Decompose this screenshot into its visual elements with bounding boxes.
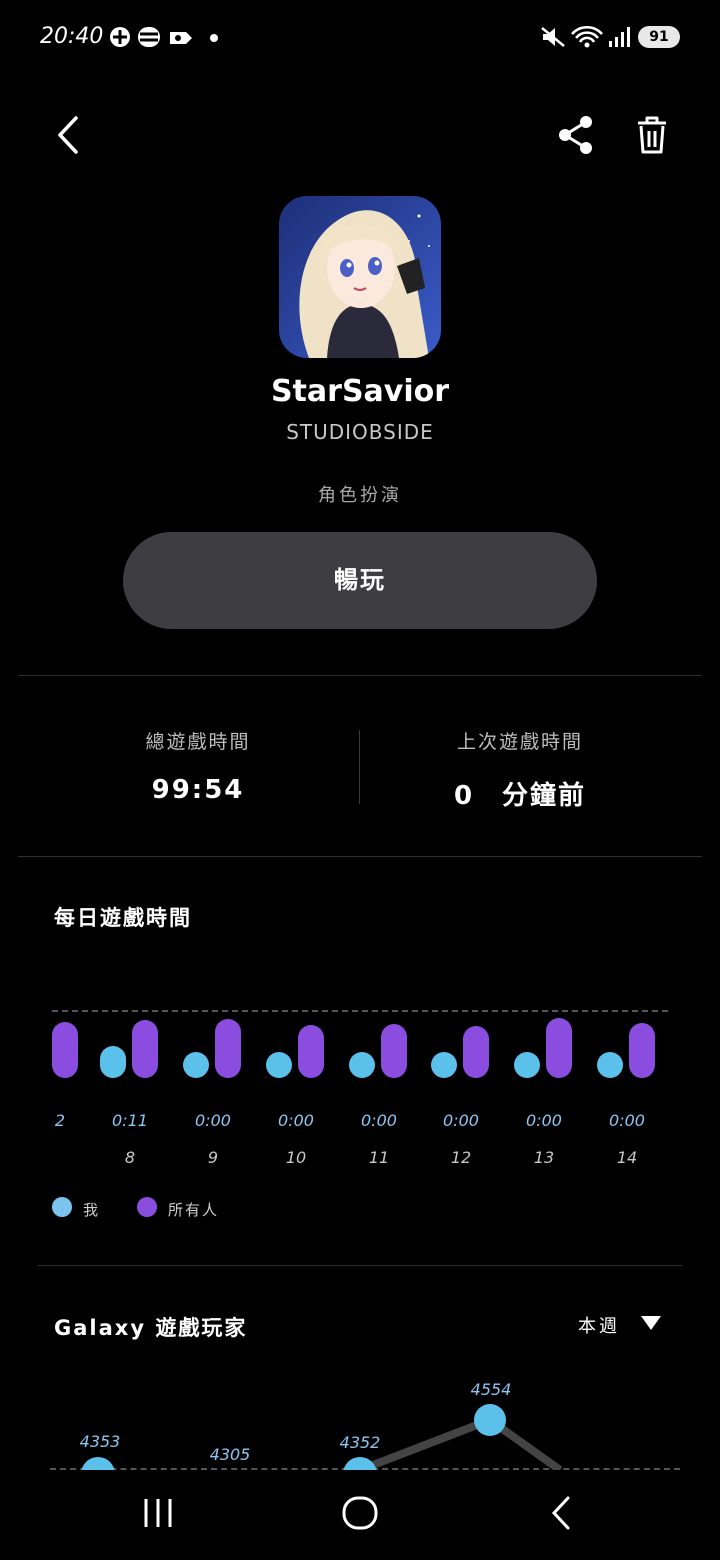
daily-all-bar xyxy=(381,1024,407,1078)
chart-reference-line xyxy=(52,1010,668,1012)
daily-all-bar xyxy=(546,1018,572,1078)
daily-me-bar xyxy=(349,1052,375,1078)
battery-indicator: 91 xyxy=(638,26,680,48)
daily-me-value: 0:00 xyxy=(361,1111,397,1130)
players-point xyxy=(81,1457,115,1470)
last-played-value: 0 分鐘前 xyxy=(453,781,587,811)
status-bar: 20:40 91 xyxy=(0,0,720,76)
period-label: 本週 xyxy=(578,1316,620,1337)
app-category: 角色扮演 xyxy=(318,485,402,506)
status-time: 20:40 xyxy=(40,24,104,49)
legend-all-label: 所有人 xyxy=(168,1201,220,1219)
home-icon[interactable] xyxy=(341,1494,379,1532)
app-developer: STUDIOBSIDE xyxy=(286,420,434,444)
daily-chart: 2 0:11 8 0:00 9 0:00 10 0:00 11 0:00 12 0:00 13 0:00 1… xyxy=(0,990,720,1190)
divider xyxy=(38,1265,682,1266)
nav-back-icon[interactable] xyxy=(548,1494,576,1532)
system-nav-bar xyxy=(0,1470,720,1560)
daily-me-value: 0:00 xyxy=(443,1111,479,1130)
daily-date-label: 9 xyxy=(207,1148,219,1167)
divider xyxy=(18,856,702,857)
players-point-label: 4352 xyxy=(339,1433,381,1452)
players-point xyxy=(474,1404,506,1436)
players-point-label: 4353 xyxy=(79,1432,121,1451)
daily-date-label: 10 xyxy=(285,1148,307,1167)
signal-icon xyxy=(609,27,630,47)
daily-playtime-title: 每日遊戲時間 xyxy=(54,906,192,930)
daily-all-bar xyxy=(629,1023,655,1078)
daily-me-bar xyxy=(514,1052,540,1078)
daily-me-bar xyxy=(183,1052,209,1078)
players-point xyxy=(343,1457,377,1470)
period-selector[interactable]: 本週 xyxy=(578,1312,668,1338)
total-playtime-label: 總遊戲時間 xyxy=(145,731,251,753)
daily-date-label: 14 xyxy=(616,1148,638,1167)
players-point-label: 4554 xyxy=(470,1380,512,1399)
last-played-label: 上次遊戲時間 xyxy=(456,731,583,753)
daily-all-bar xyxy=(298,1025,324,1078)
legend-all-dot xyxy=(137,1197,157,1217)
legend-me-label: 我 xyxy=(83,1201,101,1219)
galaxy-players-title: Galaxy 遊戲玩家 xyxy=(54,1316,248,1340)
daily-all-bar xyxy=(463,1026,489,1078)
daily-date-label: 12 xyxy=(450,1148,472,1167)
play-button[interactable]: 暢玩 xyxy=(123,532,597,629)
players-line xyxy=(81,1404,563,1470)
wifi-icon xyxy=(571,26,603,48)
players-chart: 4353 4305 4352 4554 xyxy=(0,1370,720,1470)
daily-me-value: 0:00 xyxy=(609,1111,645,1130)
total-playtime-value: 99:54 xyxy=(151,775,245,805)
daily-date-label: 8 xyxy=(124,1148,136,1167)
daily-all-bar xyxy=(215,1019,241,1078)
dropdown-arrow-icon xyxy=(641,1316,661,1330)
share-icon[interactable] xyxy=(556,114,596,156)
notification-icons xyxy=(110,27,218,47)
players-point-label: 4305 xyxy=(209,1445,251,1464)
daily-date-label: 11 xyxy=(368,1148,390,1167)
recent-apps-icon[interactable] xyxy=(140,1496,176,1530)
daily-me-bar xyxy=(266,1052,292,1078)
legend-me-dot xyxy=(52,1197,72,1217)
delete-icon[interactable] xyxy=(632,114,672,156)
divider xyxy=(18,675,702,676)
daily-me-value: 2 xyxy=(54,1111,66,1130)
daily-me-bar xyxy=(431,1052,457,1078)
app-name: StarSavior xyxy=(270,374,450,409)
daily-me-value: 0:00 xyxy=(278,1111,314,1130)
back-button[interactable] xyxy=(50,112,90,158)
app-icon xyxy=(279,196,441,358)
daily-all-bar xyxy=(132,1020,158,1078)
daily-me-value: 0:00 xyxy=(526,1111,562,1130)
daily-me-value: 0:00 xyxy=(195,1111,231,1130)
daily-me-bar xyxy=(100,1046,126,1078)
daily-all-bar xyxy=(52,1022,78,1078)
daily-date-label: 13 xyxy=(533,1148,555,1167)
mute-icon xyxy=(541,27,565,47)
daily-me-bar xyxy=(597,1052,623,1078)
daily-me-value: 0:11 xyxy=(112,1111,148,1130)
